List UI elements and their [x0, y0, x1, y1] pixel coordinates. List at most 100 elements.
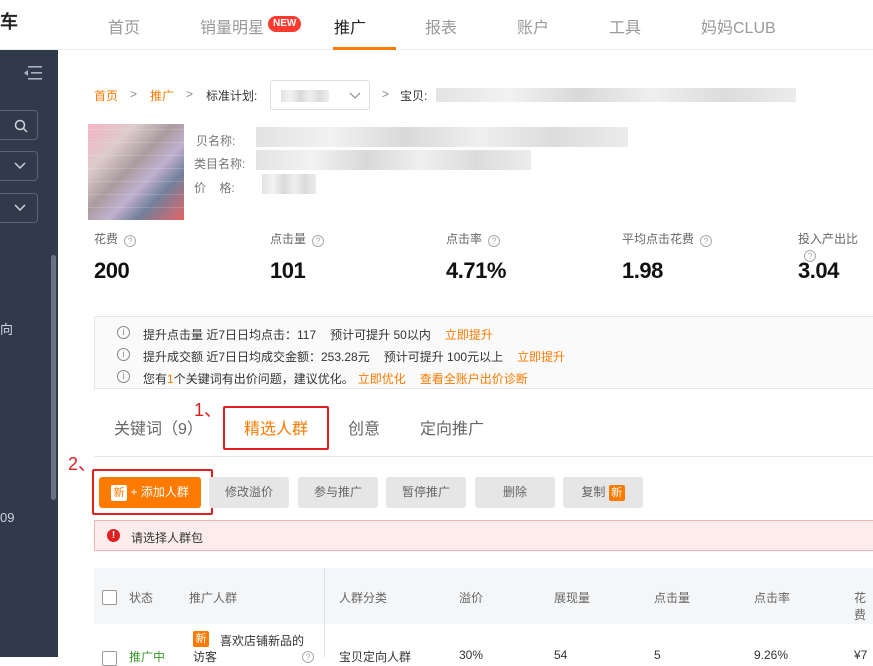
item-label: 宝贝:: [400, 89, 428, 103]
tip-row-sales: 提升成交额 近7日日均成交金额：253.28元 预计可提升 100元以上 立即提升: [143, 350, 566, 364]
metric-cost-label: 花费?: [94, 230, 137, 247]
th-crowd[interactable]: 推广人群: [189, 589, 237, 606]
th-category[interactable]: 人群分类: [339, 589, 387, 606]
breadcrumb-home[interactable]: 首页: [94, 87, 118, 104]
category-label: 类目名称:: [194, 157, 246, 171]
row-checkbox[interactable]: [102, 651, 117, 666]
optimization-tips: i 提升点击量 近7日日均点击：117 预计可提升 50以内 立即提升 i 提升成交…: [94, 316, 873, 389]
optimize-now-link[interactable]: 立即优化: [358, 372, 406, 386]
help-icon[interactable]: ?: [488, 235, 501, 247]
sidebar: 向 09: [0, 50, 58, 657]
tab-targeting[interactable]: 定向推广: [420, 415, 484, 439]
raise-sales-link[interactable]: 立即提升: [517, 350, 565, 364]
breadcrumb-promo[interactable]: 推广: [150, 87, 174, 104]
chevron-down-icon: [14, 162, 26, 170]
metric-clicks-value: 101: [270, 258, 306, 283]
error-icon: !: [107, 529, 120, 542]
nav-tools[interactable]: 工具: [609, 14, 641, 38]
th-status[interactable]: 状态: [129, 589, 153, 606]
active-tab-indicator: [333, 47, 396, 50]
th-clicks[interactable]: 点击量: [654, 589, 690, 606]
nav-sales-star[interactable]: 销量明星: [200, 14, 264, 38]
sidebar-scrollbar[interactable]: [51, 255, 56, 500]
nav-reports[interactable]: 报表: [425, 14, 457, 38]
tab-creative[interactable]: 创意: [348, 415, 380, 439]
nav-account[interactable]: 账户: [517, 14, 549, 38]
metric-cost-value: 200: [94, 258, 130, 283]
alert-text: 请选择人群包: [131, 531, 204, 545]
tip-row-bids: 您有1个关键词有出价问题，建议优化。 立即优化 查看全账户出价诊断: [143, 372, 528, 386]
blurred-category: [256, 150, 531, 170]
row-cost: ¥7: [854, 648, 868, 662]
chevron-down-icon: [349, 92, 361, 99]
new-badge: NEW: [268, 16, 302, 32]
metric-cpc-label: 平均点击花费?: [622, 230, 713, 247]
select-all-checkbox[interactable]: [102, 590, 117, 605]
account-bid-diagnosis-link[interactable]: 查看全账户出价诊断: [420, 372, 528, 386]
error-alert: ! 请选择人群包: [94, 520, 873, 551]
row-premium[interactable]: 30%: [459, 648, 483, 662]
th-cost[interactable]: 花费: [854, 589, 873, 623]
join-promo-button[interactable]: 参与推广: [298, 477, 378, 508]
info-icon: i: [117, 348, 130, 361]
raise-clicks-link[interactable]: 立即提升: [445, 328, 493, 342]
modify-premium-button[interactable]: 修改溢价: [209, 477, 289, 508]
nav-mama-club[interactable]: 妈妈CLUB: [701, 14, 776, 38]
metric-cpc-value: 1.98: [622, 258, 663, 283]
tabs-divider: [94, 456, 873, 457]
annotation-box-crowd-tab: [223, 406, 329, 450]
tip-row-clicks: 提升点击量 近7日日均点击：117 预计可提升 50以内 立即提升: [143, 328, 493, 342]
blurred-plan-name: [281, 90, 329, 102]
breadcrumb-sep: >: [382, 87, 390, 101]
nav-home[interactable]: 首页: [108, 14, 140, 38]
blurred-price: [262, 174, 316, 194]
th-ctr[interactable]: 点击率: [754, 589, 790, 606]
row-impressions: 54: [554, 648, 568, 662]
pause-promo-button[interactable]: 暂停推广: [386, 477, 466, 508]
sidebar-dropdown-2[interactable]: [0, 193, 38, 223]
help-icon[interactable]: ?: [700, 235, 713, 247]
breadcrumb-sep: >: [186, 87, 194, 101]
product-name-label: 贝名称:: [196, 134, 236, 148]
tab-keywords[interactable]: 关键词（9）: [114, 415, 203, 439]
th-impressions[interactable]: 展现量: [554, 589, 590, 606]
row-crowd-name: 喜欢店铺新品的: [220, 634, 305, 648]
breadcrumb-sep: >: [130, 87, 138, 101]
top-nav: 车 首页 销量明星 NEW 推广 报表 账户 工具 妈妈CLUB: [0, 0, 873, 50]
menu-fold-icon[interactable]: [24, 66, 42, 80]
sidebar-search[interactable]: [0, 110, 38, 140]
help-icon[interactable]: ?: [302, 651, 314, 663]
plan-select[interactable]: [270, 80, 370, 110]
th-premium[interactable]: 溢价: [459, 589, 483, 606]
brand-text: 车: [0, 12, 18, 32]
nav-promotion[interactable]: 推广: [334, 14, 366, 38]
help-icon[interactable]: ?: [312, 235, 325, 247]
price-label: 价 格:: [194, 181, 235, 195]
row-ctr: 9.26%: [754, 648, 789, 662]
row-clicks: 5: [654, 648, 661, 662]
new-badge: 新: [608, 484, 625, 501]
info-icon: i: [117, 370, 130, 383]
blurred-item-title: [436, 88, 796, 102]
metric-ctr-value: 4.71%: [446, 258, 506, 283]
metric-roi-value: 3.04: [798, 258, 839, 283]
metric-clicks-label: 点击量?: [270, 230, 325, 247]
help-icon[interactable]: ?: [124, 235, 137, 247]
metric-ctr-label: 点击率?: [446, 230, 501, 247]
add-crowd-button[interactable]: 新 + 添加人群: [99, 477, 201, 508]
chevron-down-icon: [14, 204, 26, 212]
copy-button[interactable]: 复制 新: [563, 477, 643, 508]
delete-button[interactable]: 删除: [475, 477, 555, 508]
new-badge: 新: [111, 484, 128, 501]
sidebar-dropdown-1[interactable]: [0, 151, 38, 181]
info-icon: i: [117, 326, 130, 339]
product-thumbnail[interactable]: [88, 124, 184, 220]
blurred-product-name: [256, 127, 628, 147]
plan-label: 标准计划:: [206, 89, 258, 103]
annotation-label-1: 1、: [194, 400, 223, 420]
new-badge: 新: [193, 631, 209, 647]
sidebar-text-1[interactable]: 向: [0, 319, 13, 338]
search-icon: [14, 119, 28, 133]
annotation-label-2: 2、: [68, 454, 97, 474]
sidebar-text-2[interactable]: 09: [0, 510, 14, 525]
